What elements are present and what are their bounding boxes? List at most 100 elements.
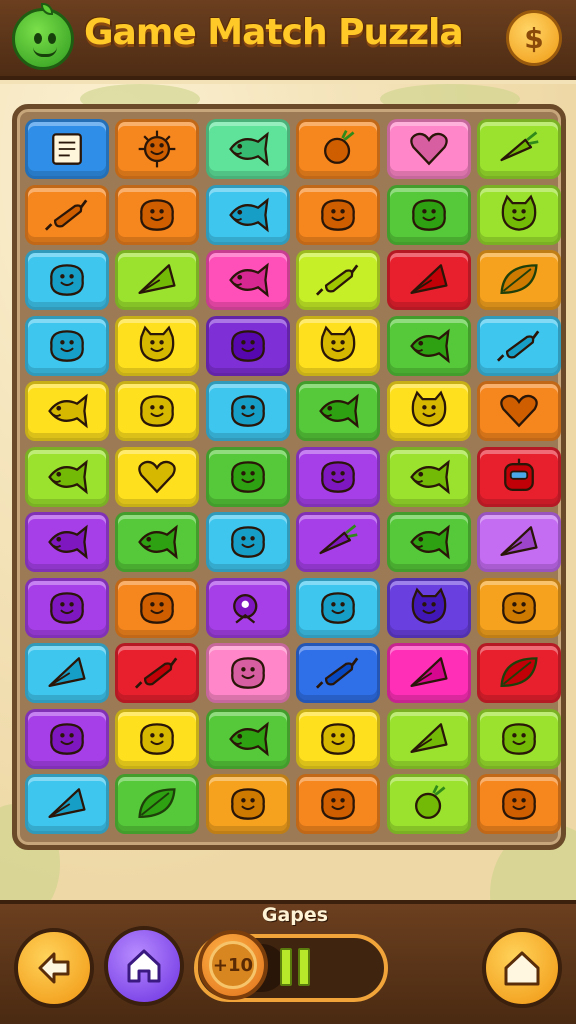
pause-icon — [280, 948, 292, 986]
tile-fish[interactable] — [296, 381, 381, 441]
tile-carrot[interactable] — [296, 512, 381, 572]
tile-heart[interactable] — [476, 381, 561, 441]
tile-kite[interactable] — [386, 643, 471, 703]
cat-icon — [411, 390, 446, 427]
pause-button[interactable] — [280, 948, 314, 986]
tile-kite[interactable] — [25, 774, 109, 834]
home-button[interactable] — [104, 926, 184, 1006]
tile-fish[interactable] — [205, 119, 290, 179]
tile-blob[interactable] — [296, 708, 381, 769]
tile-blob[interactable] — [25, 708, 109, 769]
tile-blob[interactable] — [205, 315, 290, 376]
tile-kite[interactable] — [386, 250, 471, 310]
tile-candy[interactable] — [296, 643, 381, 703]
candy-icon — [44, 199, 88, 231]
tile-fish[interactable] — [25, 512, 109, 572]
tile-heart[interactable] — [386, 119, 471, 179]
tile-radish[interactable] — [386, 774, 471, 834]
tile-fish[interactable] — [386, 512, 471, 572]
tile-fish[interactable] — [386, 446, 471, 507]
tile-blob[interactable] — [386, 184, 471, 245]
tile-carrot[interactable] — [476, 119, 561, 179]
tile-blob[interactable] — [25, 315, 109, 376]
tile-leaf[interactable] — [476, 250, 561, 310]
cat-icon — [501, 193, 537, 231]
tile-grid — [25, 119, 561, 834]
tile-kite[interactable] — [115, 250, 200, 310]
tile-kite[interactable] — [476, 512, 561, 572]
tile-blob[interactable] — [296, 774, 381, 834]
kite-icon — [410, 657, 448, 687]
radish-icon — [324, 130, 355, 164]
tile-blob[interactable] — [115, 184, 200, 245]
blob-icon — [321, 460, 356, 493]
tile-blob[interactable] — [115, 708, 200, 769]
candy-icon — [316, 657, 359, 689]
tile-fish[interactable] — [25, 446, 109, 507]
tile-fish[interactable] — [115, 512, 200, 572]
fish-icon — [409, 524, 450, 560]
blob-icon — [140, 395, 175, 427]
blob-icon — [321, 591, 356, 624]
tile-blob[interactable] — [476, 774, 561, 834]
heart-icon — [409, 132, 448, 166]
tile-note-card[interactable] — [25, 119, 109, 179]
tile-fish[interactable] — [205, 250, 290, 310]
blob-icon — [411, 198, 446, 231]
tile-blob[interactable] — [115, 577, 200, 638]
tile-candy[interactable] — [25, 184, 109, 245]
tile-cat[interactable] — [386, 381, 471, 441]
tile-blob[interactable] — [205, 512, 290, 572]
fish-icon — [138, 524, 179, 560]
tile-blob[interactable] — [205, 774, 290, 834]
tile-radish[interactable] — [296, 119, 381, 179]
tile-fish[interactable] — [386, 315, 471, 376]
tile-sun-fish[interactable] — [115, 119, 200, 179]
tile-blob[interactable] — [296, 577, 381, 638]
tile-blob[interactable] — [205, 446, 290, 507]
tile-cat[interactable] — [115, 315, 200, 376]
tile-blob[interactable] — [205, 381, 290, 441]
tile-fish[interactable] — [205, 184, 290, 245]
cat-icon — [140, 324, 175, 362]
leaf-icon — [138, 788, 177, 818]
tile-fish[interactable] — [205, 708, 290, 769]
kite-icon — [410, 722, 448, 753]
tile-candy[interactable] — [476, 315, 561, 376]
tile-bird[interactable] — [205, 577, 290, 638]
note-card-icon — [52, 133, 82, 165]
tile-cat[interactable] — [386, 577, 471, 638]
tile-heart[interactable] — [115, 446, 200, 507]
tile-blob[interactable] — [25, 250, 109, 310]
tile-cat[interactable] — [476, 184, 561, 245]
top-bar: Game Match Puzzla $ — [0, 0, 576, 80]
tile-blob[interactable] — [25, 577, 109, 638]
tile-candy[interactable] — [115, 643, 200, 703]
tile-blob[interactable] — [296, 446, 381, 507]
tile-kite[interactable] — [25, 643, 109, 703]
tile-leaf[interactable] — [476, 643, 561, 703]
tile-blob[interactable] — [205, 643, 290, 703]
house-button[interactable] — [482, 928, 562, 1008]
tile-robot[interactable] — [476, 446, 561, 507]
tile-candy[interactable] — [296, 250, 381, 310]
blob-icon — [230, 526, 265, 558]
tile-fish[interactable] — [25, 381, 109, 441]
coin-button[interactable]: $ — [506, 10, 562, 66]
tile-leaf[interactable] — [115, 774, 200, 834]
tile-blob[interactable] — [296, 184, 381, 245]
blob-icon — [50, 264, 84, 296]
fish-icon — [48, 524, 88, 560]
back-button[interactable] — [14, 928, 94, 1008]
tile-kite[interactable] — [386, 708, 471, 769]
tile-blob[interactable] — [476, 708, 561, 769]
tile-cat[interactable] — [296, 315, 381, 376]
pause-icon-bar — [298, 948, 310, 986]
blob-icon — [140, 591, 175, 624]
candy-icon — [135, 657, 178, 689]
kite-icon — [48, 657, 86, 687]
tile-blob[interactable] — [476, 577, 561, 638]
score-badge: +10 — [198, 930, 268, 1000]
tile-blob[interactable] — [115, 381, 200, 441]
blob-icon — [140, 722, 175, 755]
